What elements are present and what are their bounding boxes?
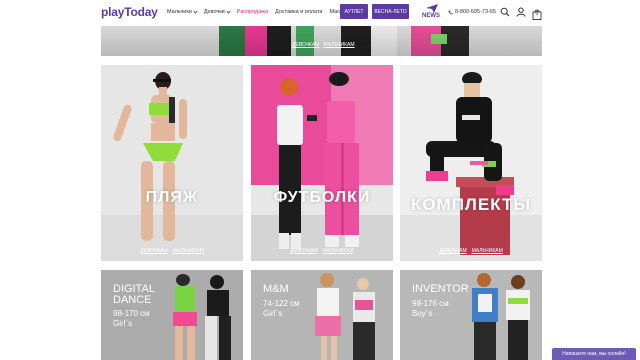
news-link[interactable]: NEWS	[420, 4, 444, 22]
online-chat-button[interactable]: Напишите нам, мы онлайн!	[552, 348, 636, 360]
nav-girls[interactable]: Девочки	[203, 8, 231, 15]
paper-plane-icon	[426, 4, 438, 13]
sets-photo	[400, 65, 542, 261]
collection-card-digital-dance[interactable]: DIGITAL DANCE 98-170 см Girl`s	[101, 270, 243, 360]
beach-photo	[101, 65, 243, 261]
collection-gender: Boy`s	[412, 309, 433, 318]
category-link-girls[interactable]: ДЕВОЧКАМ	[140, 248, 167, 254]
news-label: NEWS	[422, 13, 440, 19]
collection-size: 98-170 см	[113, 309, 150, 318]
category-card-tshirts[interactable]: ФУТБОЛКИ ДЕВОЧКАМ МАЛЬЧИКАМ	[251, 65, 393, 261]
chevron-down-icon	[226, 8, 231, 14]
nav-sale[interactable]: Распродажа	[237, 9, 268, 15]
main-nav: Мальчики Девочки Распродажа Доставка и о…	[167, 8, 362, 15]
nav-girls-label: Девочки	[203, 9, 225, 15]
spring-summer-button[interactable]: ВЕСНА-ЛЕТО	[372, 4, 409, 19]
collection-title-line1: INVENTOR	[412, 283, 469, 295]
category-link-boys[interactable]: МАЛЬЧИКАМ	[323, 248, 354, 254]
collection-gender: Girl`s	[263, 309, 283, 318]
cart-button[interactable]: 0	[532, 7, 542, 20]
collection-gender: Girl`s	[113, 319, 133, 328]
nav-boys-label: Мальчики	[167, 9, 192, 15]
category-card-sets[interactable]: КОМПЛЕКТЫ ДЕВОЧКАМ МАЛЬЧИКАМ	[400, 65, 542, 261]
category-link-boys[interactable]: МАЛЬЧИКАМ	[472, 248, 503, 254]
nav-delivery[interactable]: Доставка и оплата	[275, 9, 322, 15]
nav-boys[interactable]: Мальчики	[167, 8, 198, 15]
category-links: ДЕВОЧКАМ МАЛЬЧИКАМ	[101, 248, 243, 254]
category-card-beach[interactable]: ПЛЯЖ ДЕВОЧКАМ МАЛЬЧИКАМ	[101, 65, 243, 261]
category-link-boys[interactable]: МАЛЬЧИКАМ	[173, 248, 204, 254]
collection-card-mm[interactable]: M&M 74-122 см Girl`s	[251, 270, 393, 360]
collection-size: 74-122 см	[263, 299, 300, 308]
category-title: ФУТБОЛКИ	[273, 189, 371, 206]
cart-count: 0	[535, 11, 539, 17]
nav-sale-label: Распродажа	[236, 9, 269, 15]
phone-number: 8-800-505-73-65	[455, 9, 496, 15]
collection-size: 98-176 см	[412, 299, 449, 308]
search-icon[interactable]	[500, 7, 510, 17]
hero-banner[interactable]	[101, 26, 542, 56]
phone-link[interactable]: 8-800-505-73-65	[448, 9, 496, 15]
brand-logo[interactable]: playToday	[101, 5, 158, 19]
tshirts-photo	[251, 65, 393, 261]
category-link-girls[interactable]: ДЕВОЧКАМ	[439, 248, 466, 254]
phone-icon	[448, 10, 453, 14]
category-link-girls[interactable]: ДЕВОЧКАМ	[290, 248, 317, 254]
banner-links: ДЕВОЧКАМ МАЛЬЧИКАМ	[292, 42, 355, 48]
category-title: ПЛЯЖ	[145, 189, 199, 206]
collection-title-line2: DANCE	[113, 294, 152, 306]
banner-link-girls[interactable]: ДЕВОЧКАМ	[292, 42, 319, 48]
outlet-button[interactable]: АУТЛЕТ	[340, 4, 368, 19]
collection-card-inventor[interactable]: INVENTOR 98-176 см Boy`s	[400, 270, 542, 360]
site-header: playToday Мальчики Девочки Распродажа До…	[0, 0, 640, 26]
category-title: КОМПЛЕКТЫ	[410, 195, 532, 214]
banner-image	[101, 26, 542, 56]
banner-link-boys[interactable]: МАЛЬЧИКАМ	[323, 42, 354, 48]
category-links: ДЕВОЧКАМ МАЛЬЧИКАМ	[400, 248, 542, 254]
nav-delivery-label: Доставка и оплата	[275, 9, 323, 15]
chevron-down-icon	[193, 8, 198, 14]
category-links: ДЕВОЧКАМ МАЛЬЧИКАМ	[251, 248, 393, 254]
user-icon[interactable]	[516, 7, 526, 17]
collection-title-line1: M&M	[263, 283, 289, 295]
